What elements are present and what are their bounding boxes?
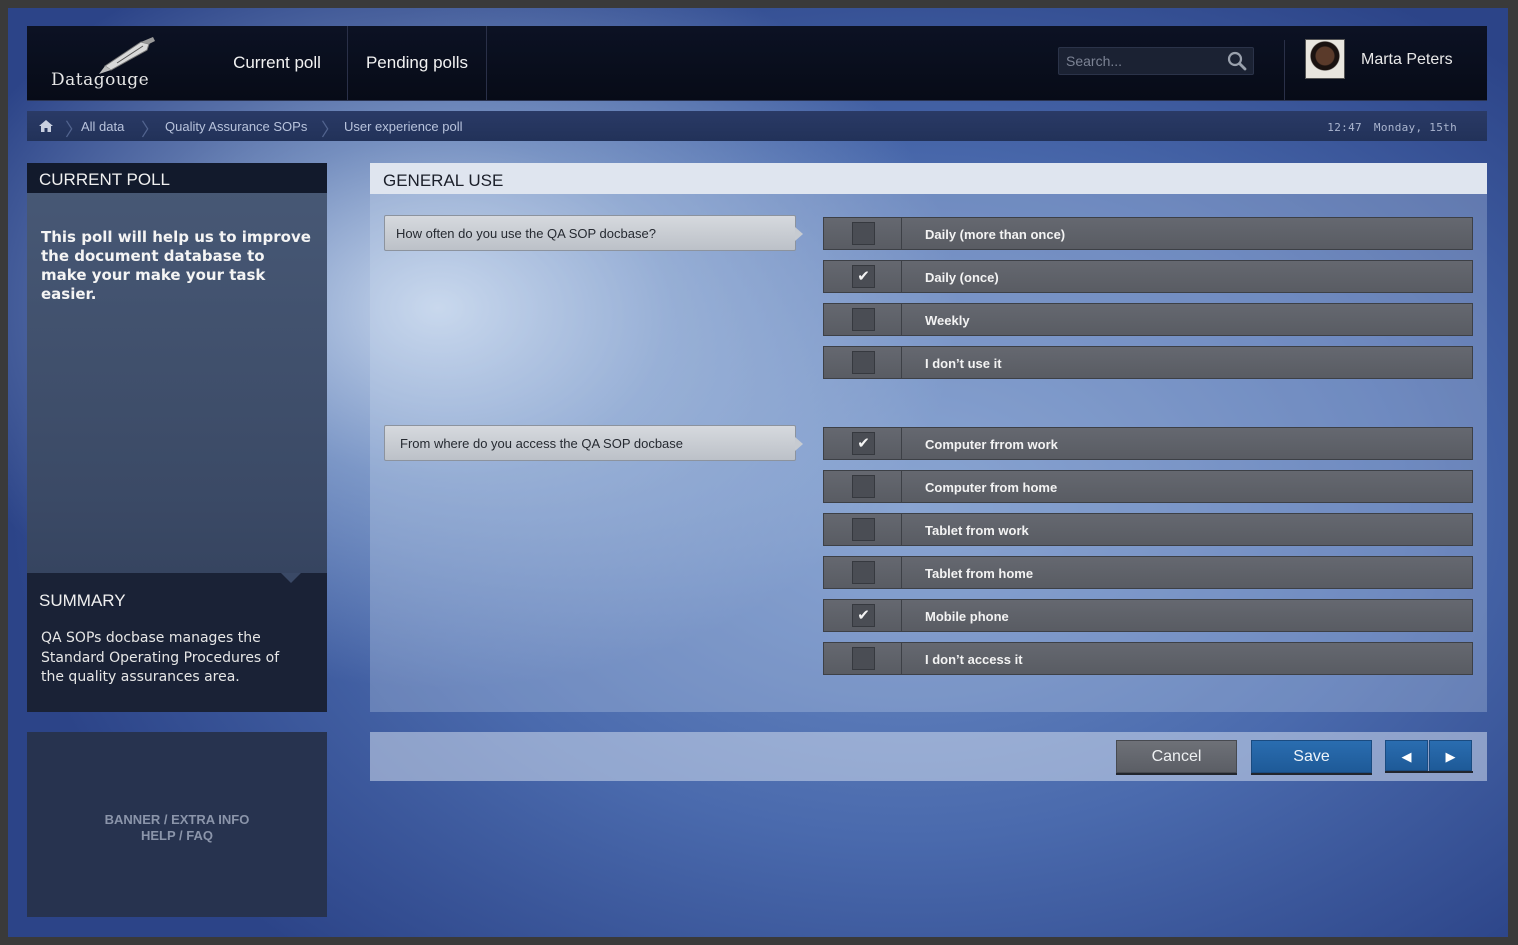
breadcrumb-all-data[interactable]: All data [81, 119, 124, 134]
breadcrumb-separator: 〉 [141, 120, 159, 140]
top-header: Datagouge Current poll Pending polls Mar… [27, 26, 1487, 101]
poll-panel: GENERAL USE How often do you use the QA … [370, 163, 1487, 712]
option-mobile-phone[interactable]: ✔ Mobile phone [823, 599, 1473, 632]
user-name[interactable]: Marta Peters [1361, 51, 1453, 69]
checkbox-checked[interactable]: ✔ [852, 432, 875, 455]
option-label: Tablet from home [925, 566, 1034, 581]
search-input[interactable] [1059, 48, 1226, 74]
breadcrumb-quality-assurance-sops[interactable]: Quality Assurance SOPs [165, 119, 307, 134]
clock: 12:47 Monday, 15th [1327, 121, 1457, 134]
search-box [1058, 47, 1254, 75]
checkbox[interactable] [852, 222, 875, 245]
next-arrow-icon[interactable]: ▶ [1429, 740, 1472, 771]
question-pointer [795, 437, 803, 451]
save-button[interactable]: Save [1251, 740, 1372, 773]
current-poll-heading: CURRENT POLL [27, 163, 327, 193]
logo[interactable]: Datagouge [51, 36, 171, 94]
banner-line-2: HELP / FAQ [141, 828, 213, 843]
logo-text: Datagouge [51, 70, 150, 90]
option-label: Mobile phone [925, 609, 1009, 624]
checkbox[interactable] [852, 351, 875, 374]
checkbox[interactable] [852, 518, 875, 541]
option-label: Computer from home [925, 480, 1058, 495]
checkbox[interactable] [852, 647, 875, 670]
cancel-button[interactable]: Cancel [1116, 740, 1237, 773]
option-label: I don’t use it [925, 356, 1002, 371]
option-weekly[interactable]: Weekly [823, 303, 1473, 336]
breadcrumb-user-experience-poll[interactable]: User experience poll [344, 119, 463, 134]
banner-box[interactable]: BANNER / EXTRA INFO HELP / FAQ [27, 732, 327, 917]
home-icon[interactable] [38, 118, 54, 134]
checkbox[interactable] [852, 475, 875, 498]
option-label: Weekly [925, 313, 970, 328]
option-dont-use-it[interactable]: I don’t use it [823, 346, 1473, 379]
option-computer-from-work[interactable]: ✔ Computer frrom work [823, 427, 1473, 460]
breadcrumb-separator: 〉 [321, 120, 339, 140]
checkbox[interactable] [852, 561, 875, 584]
question-text: From where do you access the QA SOP docb… [400, 436, 684, 451]
tab-current-poll[interactable]: Current poll [207, 26, 347, 100]
question-1: How often do you use the QA SOP docbase? [384, 215, 803, 251]
checkbox[interactable] [852, 308, 875, 331]
summary-section: SUMMARY QA SOPs docbase manages the Stan… [27, 573, 327, 712]
clock-date: Monday, 15th [1373, 121, 1457, 134]
option-daily-once[interactable]: ✔ Daily (once) [823, 260, 1473, 293]
option-label: Daily (once) [925, 270, 999, 285]
action-bar: Cancel Save ◀ ▶ [370, 732, 1487, 781]
previous-arrow-icon[interactable]: ◀ [1385, 740, 1428, 771]
search-icon[interactable] [1227, 51, 1247, 71]
option-label: Daily (more than once) [925, 227, 1066, 242]
summary-notch [281, 573, 301, 583]
header-divider [1284, 40, 1285, 100]
sidebar-panel: CURRENT POLL This poll will help us to i… [27, 163, 327, 712]
option-daily-more-than-once[interactable]: Daily (more than once) [823, 217, 1473, 250]
checkbox-checked[interactable]: ✔ [852, 265, 875, 288]
current-poll-description: This poll will help us to improve the do… [41, 228, 311, 303]
option-label: Computer frrom work [925, 437, 1058, 452]
breadcrumb: 〉 All data 〉 Quality Assurance SOPs 〉 Us… [27, 111, 1487, 141]
checkbox-checked[interactable]: ✔ [852, 604, 875, 627]
avatar[interactable] [1305, 39, 1345, 79]
banner-line-1: BANNER / EXTRA INFO [104, 812, 250, 827]
app-window: Datagouge Current poll Pending polls Mar… [8, 8, 1508, 937]
section-heading: GENERAL USE [370, 163, 1487, 194]
clock-time: 12:47 [1327, 121, 1362, 134]
question-text: How often do you use the QA SOP docbase? [396, 226, 656, 241]
question-2: From where do you access the QA SOP docb… [384, 425, 803, 461]
pager: ◀ ▶ [1385, 740, 1473, 771]
tab-pending-polls[interactable]: Pending polls [347, 26, 487, 100]
question-pointer [795, 227, 803, 241]
summary-heading: SUMMARY [39, 591, 126, 610]
option-computer-from-home[interactable]: Computer from home [823, 470, 1473, 503]
option-dont-access-it[interactable]: I don’t access it [823, 642, 1473, 675]
option-tablet-from-work[interactable]: Tablet from work [823, 513, 1473, 546]
option-label: I don’t access it [925, 652, 1023, 667]
option-tablet-from-home[interactable]: Tablet from home [823, 556, 1473, 589]
option-label: Tablet from work [925, 523, 1029, 538]
summary-text: QA SOPs docbase manages the Standard Ope… [41, 630, 280, 685]
